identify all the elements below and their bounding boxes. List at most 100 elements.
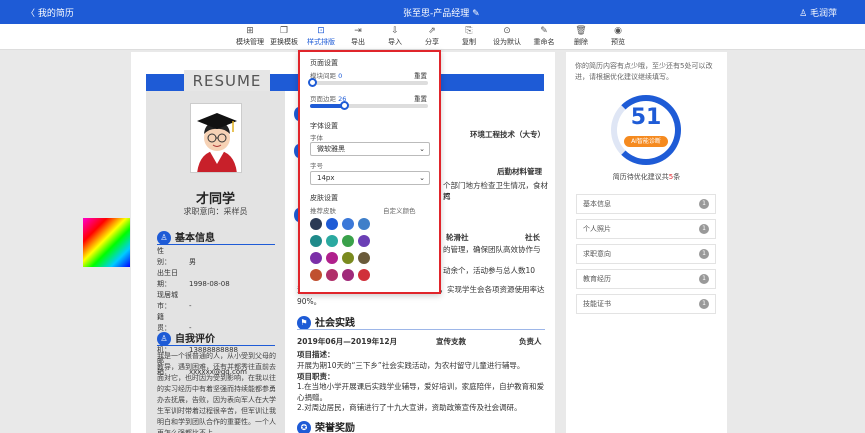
skin-swatch[interactable] bbox=[326, 252, 338, 264]
font-label: 字体 bbox=[310, 134, 323, 142]
trash-icon: 🗑 bbox=[575, 26, 587, 36]
work-text: 鸡 bbox=[443, 192, 451, 201]
club-text: 的管理，确保团队高效协作与 bbox=[443, 245, 541, 254]
info-row: 性 别：男 bbox=[157, 247, 196, 266]
avatar[interactable] bbox=[190, 103, 242, 173]
suggestion-certificates[interactable]: 技能证书 1 bbox=[576, 294, 716, 314]
toolbar: ⊞ 模块管理 ❐ 更换模板 ⊡ 样式排版 ⇥ 导出 ⇩ 导入 ⇗ 分享 ⎘ 复制 ⊙ 设为默认 … bbox=[0, 24, 865, 50]
club-name[interactable]: 轮滑社 bbox=[446, 232, 486, 243]
suggestion-photo[interactable]: 个人照片 1 bbox=[576, 219, 716, 239]
club-text: 动余个，活动参与总人数10 bbox=[443, 266, 536, 275]
basic-info-heading: ♙ 基本信息 bbox=[157, 229, 215, 245]
template-icon: ❐ bbox=[279, 26, 289, 36]
page-settings-title: 页面设置 bbox=[310, 59, 338, 67]
copy-icon: ⎘ bbox=[465, 26, 473, 36]
share-icon: ⇗ bbox=[428, 26, 436, 36]
skin-swatch[interactable] bbox=[358, 269, 370, 281]
flag-icon: ⚑ bbox=[297, 316, 311, 330]
job-intent[interactable]: 求职意向：采样员 bbox=[146, 206, 285, 217]
self-eval-text[interactable]: 我是一个很普通的人，从小受到父母的教导，遇到困难，还有并都秀往直前去面对它，也时… bbox=[157, 351, 279, 433]
practice-heading: ⚑ 社会实践 bbox=[297, 314, 355, 330]
module-spacing-slider[interactable] bbox=[308, 78, 428, 87]
custom-color-picker[interactable] bbox=[83, 218, 130, 267]
practice-org[interactable]: 宣传支教 bbox=[436, 336, 486, 347]
size-label: 字号 bbox=[310, 162, 323, 170]
divider bbox=[157, 244, 275, 245]
font-settings-title: 字体设置 bbox=[310, 122, 338, 130]
font-select[interactable]: 微软雅黑 ⌄ bbox=[310, 142, 430, 156]
copy-button[interactable]: ⎘ 复制 bbox=[449, 26, 489, 47]
page-margin-slider[interactable] bbox=[310, 101, 428, 110]
graduate-avatar-icon bbox=[191, 104, 241, 172]
rename-button[interactable]: ✎ 重命名 bbox=[524, 26, 564, 47]
suggestion-education[interactable]: 教育经历 1 bbox=[576, 269, 716, 289]
user-menu[interactable]: ♙ 毛润萍 bbox=[799, 6, 837, 19]
share-button[interactable]: ⇗ 分享 bbox=[412, 26, 452, 47]
suggestion-basic-info[interactable]: 基本信息 1 bbox=[576, 194, 716, 214]
practice-desc: 开展为期10天的“三下乡”社会实践活动，为农村留守儿童进行辅导。 bbox=[297, 361, 525, 370]
font-size-select[interactable]: 14px ⌄ bbox=[310, 171, 430, 185]
honor-heading: ✪ 荣誉奖励 bbox=[297, 419, 355, 433]
skin-swatch[interactable] bbox=[326, 218, 338, 230]
style-layout-panel: 页面设置 模块间距 0 重置 页面边距 26 重置 字体设置 字体 微软雅黑 ⌄ … bbox=[298, 50, 441, 294]
skin-swatch[interactable] bbox=[310, 269, 322, 281]
candidate-name[interactable]: 才同学 bbox=[146, 188, 285, 207]
ai-diagnosis-button[interactable]: AI智能诊断 bbox=[624, 136, 668, 147]
info-row: 出生日期： 1998-08-08 bbox=[157, 269, 230, 288]
work-role[interactable]: 后勤材料管理 bbox=[497, 166, 557, 177]
export-button[interactable]: ⇥ 导出 bbox=[338, 26, 378, 47]
info-row: 现居城市： - bbox=[157, 291, 192, 310]
skin-swatch[interactable] bbox=[310, 235, 322, 247]
skin-swatch[interactable] bbox=[358, 235, 370, 247]
custom-color-label: 自定义颜色 bbox=[383, 207, 416, 215]
divider bbox=[297, 329, 545, 330]
practice-role[interactable]: 负责人 bbox=[519, 336, 549, 347]
practice-desc-title: 项目描述： bbox=[297, 350, 335, 359]
skin-swatch[interactable] bbox=[342, 269, 354, 281]
import-icon: ⇩ bbox=[391, 26, 399, 36]
change-template-button[interactable]: ❐ 更换模板 bbox=[264, 26, 304, 47]
suggestion-job-intent[interactable]: 求职意向 1 bbox=[576, 244, 716, 264]
skin-settings-title: 皮肤设置 bbox=[310, 194, 338, 202]
skin-swatch[interactable] bbox=[342, 235, 354, 247]
skin-swatch[interactable] bbox=[310, 252, 322, 264]
layout-icon: ⊡ bbox=[317, 26, 325, 36]
top-bar: 〈 我的简历 张至思-产品经理 ✎ ♙ 毛润萍 bbox=[0, 0, 865, 24]
skin-swatch[interactable] bbox=[342, 252, 354, 264]
style-layout-button[interactable]: ⊡ 样式排版 bbox=[301, 26, 341, 47]
self-eval-heading: ♙ 自我评价 bbox=[157, 330, 215, 346]
optimization-tip: 你的简历内容有点少哦，至少还有5处可以改进，请根据优化建议继续填写。 bbox=[575, 62, 713, 81]
set-default-button[interactable]: ⊙ 设为默认 bbox=[487, 26, 527, 47]
practice-duty: 2.对周边居民，商铺进行了十九大宣讲，资助政策宣传及社会调研。 bbox=[297, 403, 522, 412]
skin-swatch[interactable] bbox=[358, 218, 370, 230]
skin-swatch[interactable] bbox=[358, 252, 370, 264]
practice-duty: 1.在当地小学开展课后实践学业辅导，爱好培训，家庭陪伴，自护教育和爱心捐赠。 bbox=[297, 382, 545, 402]
resume-score: 51 bbox=[630, 105, 662, 130]
chevron-down-icon: ⌄ bbox=[419, 174, 425, 182]
medal-icon: ✪ bbox=[297, 421, 311, 433]
resume-title[interactable]: 张至思-产品经理 ✎ bbox=[403, 6, 480, 19]
skin-swatch[interactable] bbox=[326, 235, 338, 247]
page-margin-reset[interactable]: 重置 bbox=[414, 93, 427, 103]
user-icon: ♙ bbox=[157, 231, 171, 245]
skin-swatch[interactable] bbox=[342, 218, 354, 230]
skin-swatch[interactable] bbox=[326, 269, 338, 281]
preview-button[interactable]: ◉ 预览 bbox=[598, 26, 638, 47]
skin-swatch[interactable] bbox=[310, 218, 322, 230]
check-circle-icon: ⊙ bbox=[503, 26, 511, 36]
module-spacing-reset[interactable]: 重置 bbox=[414, 70, 427, 80]
divider bbox=[157, 345, 275, 346]
eye-icon: ◉ bbox=[614, 26, 622, 36]
recommended-skins-label: 推荐皮肤 bbox=[310, 207, 336, 215]
back-link[interactable]: 〈 我的简历 bbox=[26, 6, 74, 19]
edit-icon: ✎ bbox=[540, 26, 548, 36]
suggestion-count: 简历待优化建议共5条 bbox=[612, 173, 681, 181]
user-icon: ♙ bbox=[157, 332, 171, 346]
import-button[interactable]: ⇩ 导入 bbox=[375, 26, 415, 47]
chevron-down-icon: ⌄ bbox=[419, 145, 425, 153]
edu-major[interactable]: 环境工程技术（大专） bbox=[470, 129, 550, 140]
practice-period[interactable]: 2019年06月—2019年12月 bbox=[297, 336, 545, 347]
club-role[interactable]: 社长 bbox=[525, 232, 555, 243]
delete-button[interactable]: 🗑 删除 bbox=[561, 26, 601, 47]
export-icon: ⇥ bbox=[354, 26, 362, 36]
